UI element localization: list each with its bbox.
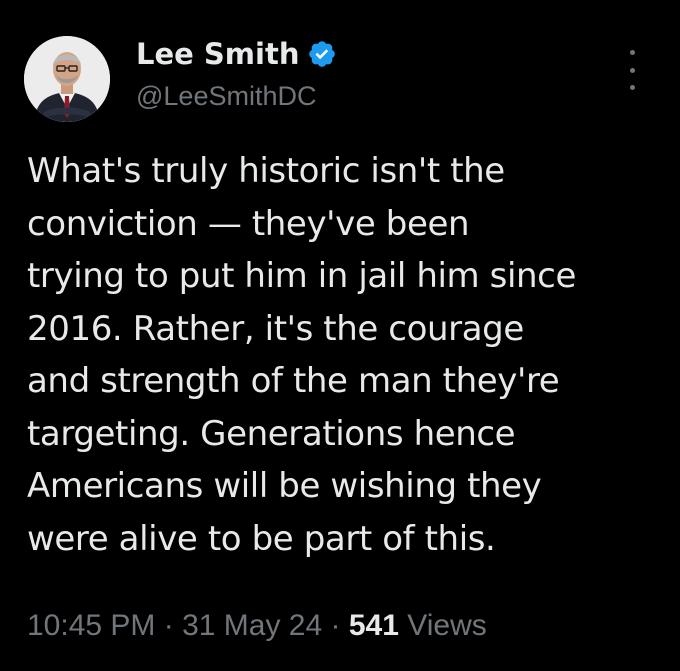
- verified-badge-icon: [307, 39, 337, 69]
- meta-separator: ·: [155, 609, 183, 642]
- avatar[interactable]: [24, 36, 110, 122]
- tweet-text: What's truly historic isn't the convicti…: [27, 151, 576, 559]
- author-handle[interactable]: @LeeSmithDC: [136, 78, 316, 114]
- more-dot: [629, 50, 635, 55]
- meta-separator: ·: [322, 609, 349, 642]
- more-dot: [629, 85, 635, 90]
- more-options-icon[interactable]: [622, 50, 642, 90]
- avatar-image: [24, 36, 110, 122]
- views-label: Views: [407, 609, 487, 642]
- more-dot: [629, 67, 635, 73]
- tweet-time[interactable]: 10:45 PM: [27, 609, 155, 642]
- tweet-date[interactable]: 31 May 24: [182, 609, 322, 642]
- tweet-meta: 10:45 PM · 31 May 24 · 541 Views: [27, 606, 487, 646]
- tweet-card: Lee Smith @LeeSmithDC What's truly histo…: [0, 0, 680, 671]
- views-count[interactable]: 541: [349, 609, 399, 642]
- author-name-text: Lee Smith: [136, 37, 300, 71]
- author-display-name[interactable]: Lee Smith: [136, 36, 337, 72]
